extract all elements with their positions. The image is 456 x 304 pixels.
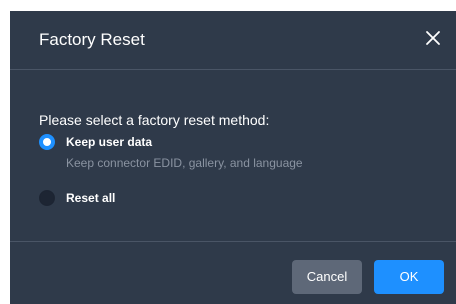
dialog-header: Factory Reset (10, 11, 456, 70)
factory-reset-dialog: Factory Reset Please select a factory re… (10, 11, 456, 304)
radio-keep-user-data[interactable] (39, 134, 55, 150)
cancel-button[interactable]: Cancel (292, 260, 362, 294)
option-label-keep-user-data: Keep user data (66, 135, 153, 149)
radio-reset-all[interactable] (39, 190, 55, 206)
dialog-title: Factory Reset (39, 30, 145, 49)
option-label-reset-all: Reset all (66, 191, 116, 205)
option-description-keep-user-data: Keep connector EDID, gallery, and langua… (66, 156, 303, 170)
reset-method-prompt: Please select a factory reset method: (39, 112, 270, 128)
dialog-body: Please select a factory reset method: Ke… (10, 70, 456, 242)
ok-button[interactable]: OK (374, 260, 444, 294)
dialog-footer: Cancel OK (10, 242, 456, 304)
close-icon[interactable] (422, 27, 444, 49)
